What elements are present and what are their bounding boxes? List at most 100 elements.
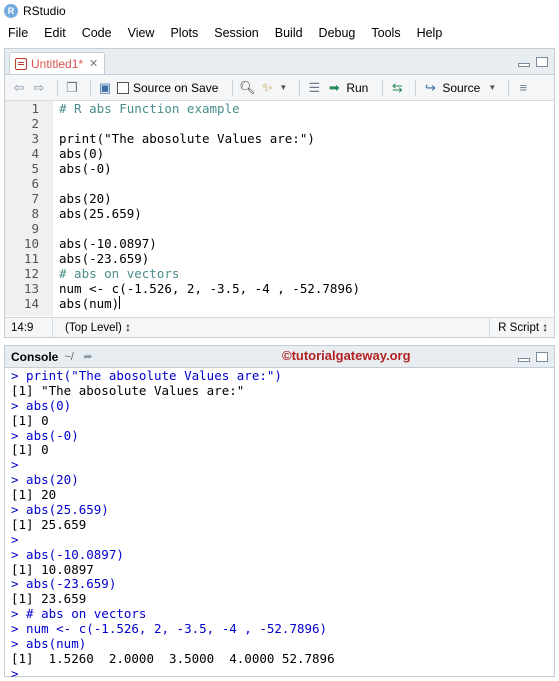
go-to-directory-icon[interactable]: ➦︎ [80,349,96,365]
text-cursor [119,296,121,309]
source-pane: Untitled1* ✕ ⇦ ⇨ ❐ ▣ Source on Save 🔍︎ ✨… [4,48,555,338]
tab-label: Untitled1* [31,56,84,71]
console-line: [1] 25.659 [11,516,87,532]
console-header: Console ~/ ➦︎ ©tutorialgateway.org [5,346,554,368]
console-pane: Console ~/ ➦︎ ©tutorialgateway.org > pri… [4,345,555,681]
show-in-window-icon[interactable]: ❐ [64,80,80,96]
code-line: 5 abs(-0) [31,161,112,176]
menu-tools[interactable]: Tools [365,26,406,40]
menu-debug[interactable]: Debug [313,26,362,40]
pane-controls [518,352,548,362]
menu-edit[interactable]: Edit [38,26,72,40]
code-line: 11 abs(-23.659) [23,251,150,266]
run-button[interactable]: Run [346,81,368,95]
console-line: > [11,531,19,547]
code-line: 10 abs(-10.0897) [23,236,157,251]
console-line: [1] 23.659 [11,591,87,607]
console-line: > abs(0) [11,397,72,413]
cursor-position: 14:9 [5,318,53,337]
console-line: [1] 20 [11,487,57,503]
console-line: > abs(-10.0897) [11,546,124,562]
source-on-save-checkbox[interactable] [117,81,129,94]
console-output[interactable]: > print("The abosolute Values are:") [1]… [5,368,554,681]
toolbar-divider [299,79,301,96]
code-line: 13 num <- c(-1.526, 2, -3.5, -4 , -52.789… [23,281,361,296]
source-dropdown-icon[interactable]: ▼ [488,83,496,92]
code-line: 3 print("The abosolute Values are:") [31,131,315,146]
console-line: [1] 0 [11,442,49,458]
menu-plots[interactable]: Plots [164,26,204,40]
search-icon[interactable]: 🔍︎ [239,80,256,96]
console-title[interactable]: Console [11,350,58,364]
source-on-save-label[interactable]: Source on Save [133,81,218,95]
console-line: [1] 10.0897 [11,561,94,577]
run-arrow-icon[interactable]: ➡︎ [326,80,342,96]
code-print-line: print("The abosolute Values are:") [59,131,315,146]
outline-icon[interactable]: ≡ [515,80,531,96]
code-line: 9 [31,221,39,236]
menu-code[interactable]: Code [76,26,118,40]
tab-untitled1[interactable]: Untitled1* ✕ [9,52,106,74]
menu-bar: File Edit Code View Plots Session Build … [0,22,559,44]
console-line: [1] "The abosolute Values are:" [11,382,245,398]
editor-statusbar: 14:9 (Top Level) ↕ R Script ↕ [5,317,554,337]
pane-controls [518,57,548,67]
console-working-dir: ~/ [64,350,74,363]
filetype-selector[interactable]: R Script ↕ [489,318,554,337]
source-tabstrip: Untitled1* ✕ [5,49,554,75]
code-line: 2 [31,116,39,131]
minimize-pane-icon[interactable] [518,358,530,362]
console-line: > num <- c(-1.526, 2, -3.5, -4 , -52.789… [11,621,328,637]
code-line: 8 abs(25.659) [31,206,142,221]
source-button[interactable]: Source [442,81,480,95]
window-title: RStudio [23,4,66,18]
toolbar-divider [508,79,510,96]
save-icon[interactable]: ▣ [97,80,113,96]
code-line: 4 abs(0) [31,146,105,161]
console-line: [1] 1.5260 2.0000 3.5000 4.0000 52.7896 [11,650,335,666]
console-line: > abs(-0) [11,427,79,443]
console-line: > print("The abosolute Values are:") [11,368,282,383]
toolbar-divider [232,79,234,96]
tab-close-icon[interactable]: ✕ [89,57,98,70]
rerun-icon[interactable]: ⇆ [389,80,405,96]
console-prompt[interactable]: > [11,666,554,681]
console-line: [1] 0 [11,412,49,428]
code-line: 6 [31,176,39,191]
menu-file[interactable]: File [2,26,34,40]
maximize-pane-icon[interactable] [536,57,548,67]
menu-session[interactable]: Session [208,26,264,40]
magic-wand-icon[interactable]: ✨︎ [259,80,275,96]
console-line: > abs(20) [11,472,79,488]
code-line: 14 abs(num) [23,296,121,311]
back-arrow-icon[interactable]: ⇦ [11,80,27,96]
scope-selector[interactable]: (Top Level) ↕ [53,322,489,334]
wand-dropdown-icon[interactable]: ▼ [279,83,287,92]
r-script-file-icon [15,57,27,70]
console-line: > [11,457,19,473]
code-line: 1 # R abs Function example [31,101,240,116]
code-line: 12 # abs on vectors [23,266,180,281]
source-toolbar: ⇦ ⇨ ❐ ▣ Source on Save 🔍︎ ✨︎ ▼ ☰ ➡︎ Run … [5,75,554,101]
compile-report-icon[interactable]: ☰ [306,80,322,96]
console-line: > abs(25.659) [11,502,109,518]
forward-arrow-icon[interactable]: ⇨ [31,80,47,96]
minimize-pane-icon[interactable] [518,63,530,67]
source-arrow-icon[interactable]: ↪ [422,80,438,96]
rstudio-logo-icon: R [4,4,18,18]
console-line: > abs(-23.659) [11,576,117,592]
console-line: > # abs on vectors [11,606,147,622]
toolbar-divider [57,79,58,96]
maximize-pane-icon[interactable] [536,352,548,362]
menu-help[interactable]: Help [411,26,449,40]
toolbar-divider [415,79,417,96]
menu-build[interactable]: Build [269,26,309,40]
toolbar-divider [382,79,384,96]
watermark-text: ©tutorialgateway.org [282,348,411,363]
title-bar: R RStudio [0,0,559,22]
code-line: 7 abs(20) [31,191,112,206]
console-line: > abs(num) [11,636,87,652]
menu-view[interactable]: View [122,26,161,40]
code-editor[interactable]: 1 # R abs Function example 2 3 print("The … [5,101,554,316]
toolbar-divider [90,79,91,96]
